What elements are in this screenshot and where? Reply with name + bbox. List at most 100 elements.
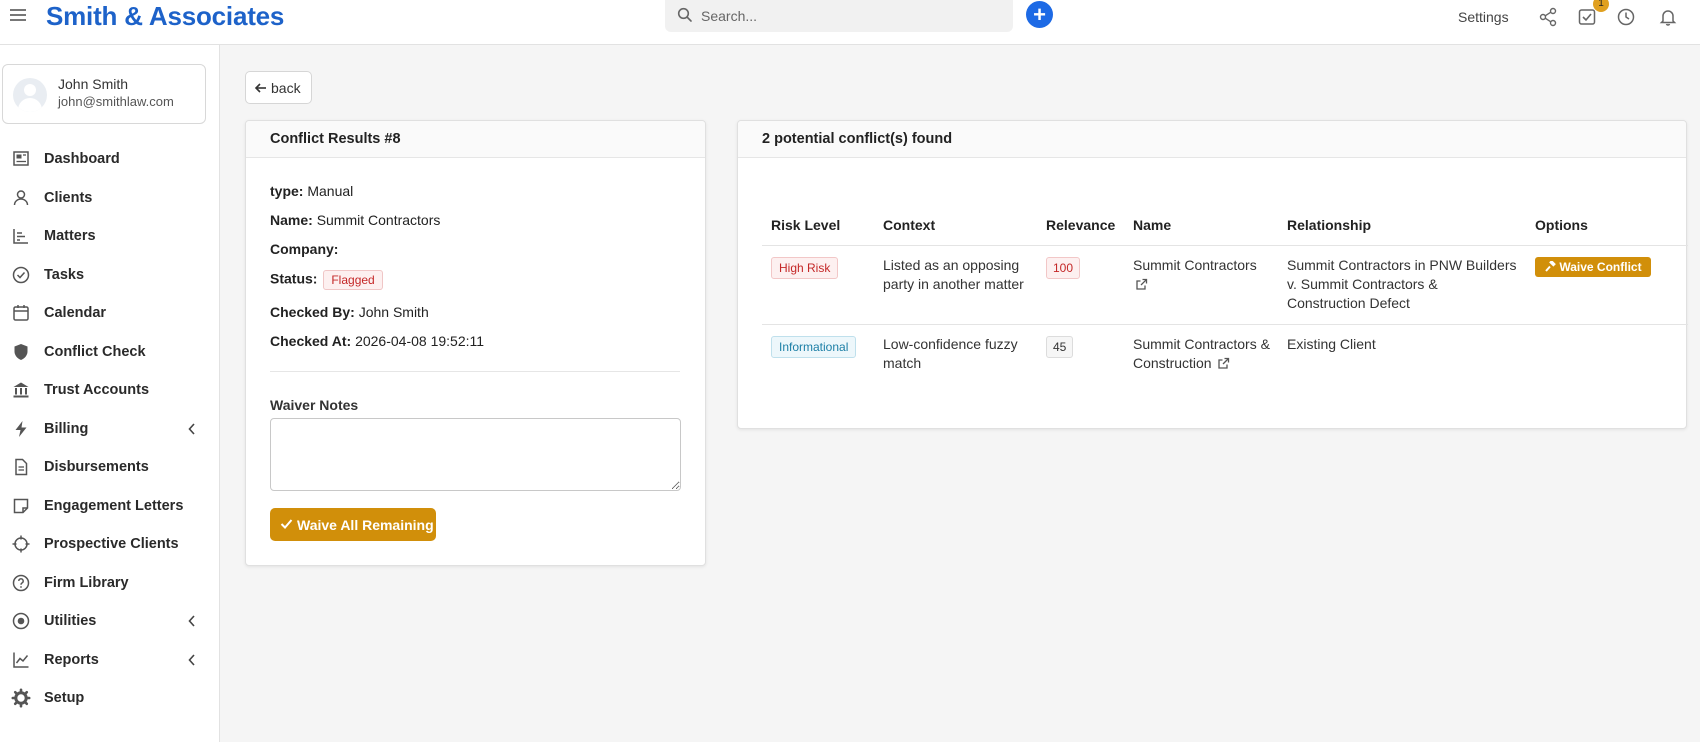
card-header: 2 potential conflict(s) found (738, 121, 1686, 158)
relevance-badge: 45 (1046, 336, 1074, 358)
divider (270, 371, 680, 372)
name-key: Name: (270, 212, 313, 228)
crosshair-icon (12, 535, 30, 553)
help-circle-icon (12, 574, 30, 592)
risk-badge: High Risk (771, 257, 839, 279)
context-cell: Low-confidence fuzzy match (883, 336, 1018, 371)
tasks-badge: 1 (1593, 0, 1609, 12)
check-icon (280, 519, 293, 529)
sidebar-item-label: Utilities (44, 613, 97, 629)
avatar (13, 78, 47, 112)
sidebar-item-conflict-check[interactable]: Conflict Check (0, 336, 215, 368)
check-circle-icon (12, 266, 30, 284)
user-profile-card[interactable]: John Smith john@smithlaw.com (2, 64, 206, 124)
share-icon[interactable] (1538, 7, 1558, 27)
chevron-left-icon[interactable] (188, 654, 196, 666)
search-box[interactable] (665, 0, 1013, 32)
waive-conflict-button[interactable]: Waive Conflict (1535, 257, 1651, 277)
client-name-link[interactable]: Summit Contractors (1133, 257, 1257, 273)
sidebar-item-label: Tasks (44, 267, 85, 283)
sidebar-item-label: Reports (44, 652, 99, 668)
column-header-risk-level: Risk Level (771, 217, 841, 233)
column-header-relevance: Relevance (1046, 217, 1116, 233)
sidebar-item-prospective-clients[interactable]: Prospective Clients (0, 528, 215, 560)
document-icon (15, 458, 28, 476)
arrow-left-icon (254, 83, 266, 93)
menu-icon[interactable] (10, 9, 26, 23)
chevron-left-icon[interactable] (188, 423, 196, 435)
company-field: Company: (270, 241, 338, 257)
checked-at-key: Checked At: (270, 333, 352, 349)
search-input[interactable] (701, 5, 1001, 27)
user-name: John Smith (58, 76, 129, 92)
sidebar-item-matters[interactable]: Matters (0, 220, 215, 252)
sidebar-item-billing[interactable]: Billing (0, 413, 215, 445)
top-bar: Smith & Associates + Settings 1 (0, 0, 1700, 45)
checked-by-key: Checked By: (270, 304, 355, 320)
line-chart-icon (13, 652, 29, 668)
sidebar-item-setup[interactable]: Setup (0, 682, 215, 714)
waive-all-label: Waive All Remaining (297, 517, 434, 533)
bell-icon[interactable] (1658, 7, 1678, 27)
sidebar-item-reports[interactable]: Reports (0, 644, 215, 676)
back-button[interactable]: back (245, 71, 312, 104)
sticky-note-icon (13, 498, 29, 514)
card-header: Conflict Results #8 (246, 121, 705, 158)
calendar-icon (13, 305, 29, 321)
name-value: Summit Contractors (316, 212, 441, 228)
status-field: Status: Flagged (270, 270, 383, 290)
sidebar-item-firm-library[interactable]: Firm Library (0, 567, 215, 599)
sidebar-item-trust-accounts[interactable]: Trust Accounts (0, 374, 215, 406)
waiver-notes-label: Waiver Notes (270, 397, 359, 413)
waive-all-remaining-button[interactable]: Waive All Remaining (270, 508, 436, 541)
checked-at-field: Checked At: 2026-04-08 19:52:11 (270, 333, 484, 349)
checked-at-value: 2026-04-08 19:52:11 (355, 333, 485, 349)
relationship-cell: Summit Contractors in PNW Builders v. Su… (1287, 257, 1517, 311)
sidebar-item-label: Billing (44, 421, 89, 437)
brand-title[interactable]: Smith & Associates (46, 1, 284, 32)
sidebar-item-engagement-letters[interactable]: Engagement Letters (0, 490, 215, 522)
sidebar-item-label: Conflict Check (44, 344, 146, 360)
dashboard-icon (13, 151, 29, 166)
name-field: Name: Summit Contractors (270, 212, 440, 228)
sidebar-item-tasks[interactable]: Tasks (0, 259, 215, 291)
back-label: back (271, 80, 301, 96)
sidebar-item-label: Engagement Letters (44, 498, 184, 514)
search-icon (677, 7, 692, 22)
tasks-check-icon[interactable] (1577, 7, 1597, 27)
column-header-options: Options (1535, 217, 1588, 233)
add-new-button[interactable]: + (1026, 1, 1053, 28)
name-cell: Summit Contractors (1133, 256, 1273, 294)
risk-badge: Informational (771, 336, 857, 358)
relevance-badge: 100 (1046, 257, 1081, 279)
sidebar-item-dashboard[interactable]: Dashboard (0, 143, 215, 175)
type-value: Manual (307, 183, 354, 199)
external-link-icon[interactable] (1135, 278, 1148, 291)
sidebar-item-label: Prospective Clients (44, 536, 179, 552)
results-title: Conflict Results #8 (270, 131, 401, 147)
conflict-results-card: Conflict Results #8 type: Manual Name: S… (245, 120, 706, 566)
sidebar-item-label: Firm Library (44, 575, 129, 591)
record-icon (12, 612, 30, 630)
type-field: type: Manual (270, 183, 353, 199)
conflicts-found-card: 2 potential conflict(s) found Risk Level… (737, 120, 1688, 429)
chevron-left-icon[interactable] (188, 615, 196, 627)
sidebar-item-clients[interactable]: Clients (0, 182, 215, 214)
user-email: john@smithlaw.com (58, 94, 174, 109)
client-name-link[interactable]: Summit Contractors & Construction (1133, 336, 1270, 371)
settings-link[interactable]: Settings (1458, 9, 1509, 25)
sidebar-item-label: Setup (44, 690, 85, 706)
sidebar-item-calendar[interactable]: Calendar (0, 297, 215, 329)
sidebar-item-utilities[interactable]: Utilities (0, 605, 215, 637)
shield-icon (14, 344, 28, 360)
external-link-icon[interactable] (1217, 357, 1230, 370)
status-key: Status: (270, 270, 318, 287)
sidebar-item-label: Clients (44, 190, 93, 206)
column-header-relationship: Relationship (1287, 217, 1372, 233)
sidebar-item-disbursements[interactable]: Disbursements (0, 451, 215, 483)
conflicts-title: 2 potential conflict(s) found (762, 131, 953, 147)
column-header-context: Context (883, 217, 936, 233)
bank-icon (13, 382, 29, 398)
clock-icon[interactable] (1616, 7, 1636, 27)
waiver-notes-textarea[interactable] (270, 418, 681, 491)
